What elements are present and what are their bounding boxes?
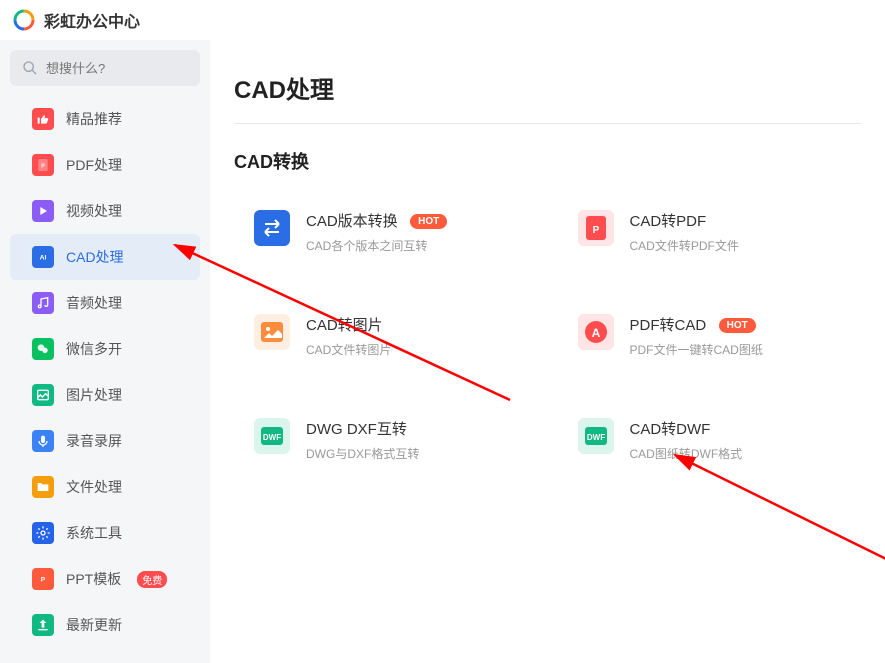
page-title: CAD处理 [234,70,861,105]
sidebar-label: 精品推荐 [66,109,122,129]
sidebar-icon: P [32,154,54,176]
svg-text:A: A [591,326,600,340]
section-title: CAD转换 [234,148,861,174]
feature-text: CAD转图片 CAD文件转图片 [306,314,391,358]
sidebar-item-2[interactable]: 视频处理 [10,188,200,234]
feature-title: CAD转PDF [630,210,707,231]
sidebar-label: 录音录屏 [66,431,122,451]
hot-badge: HOT [410,214,447,229]
sidebar-icon [32,522,54,544]
feature-desc: PDF文件一键转CAD图纸 [630,341,763,358]
sidebar-item-4[interactable]: 音频处理 [10,280,200,326]
feature-icon: DWF [254,418,290,454]
sidebar-icon: P [32,568,54,590]
sidebar-item-9[interactable]: 系统工具 [10,510,200,556]
feature-icon [254,314,290,350]
sidebar-label: 文件处理 [66,477,122,497]
sidebar-icon [32,430,54,452]
hot-badge: HOT [719,318,756,333]
svg-text:P: P [41,164,45,170]
feature-item-1[interactable]: P CAD转PDF CAD文件转PDF文件 [558,210,862,254]
sidebar-icon [32,108,54,130]
feature-icon: DWF [578,418,614,454]
feature-title: PDF转CAD [630,314,707,335]
sidebar-icon [32,614,54,636]
sidebar-item-5[interactable]: 微信多开 [10,326,200,372]
feature-icon [254,210,290,246]
sidebar-label: 系统工具 [66,523,122,543]
app-title: 彩虹办公中心 [44,8,140,32]
sidebar: 精品推荐 P PDF处理 视频处理 AI CAD处理 音频处理 微信多开 图片处… [0,40,210,663]
sidebar-label: CAD处理 [66,247,124,267]
feature-title: CAD转DWF [630,418,711,439]
sidebar-item-11[interactable]: 最新更新 [10,602,200,648]
sidebar-icon [32,292,54,314]
svg-text:AI: AI [40,255,47,262]
sidebar-item-0[interactable]: 精品推荐 [10,96,200,142]
feature-desc: CAD文件转图片 [306,341,391,358]
sidebar-label: PDF处理 [66,155,122,175]
app-logo-icon [12,8,36,32]
feature-text: PDF转CAD HOT PDF文件一键转CAD图纸 [630,314,763,358]
feature-text: DWG DXF互转 DWG与DXF格式互转 [306,418,419,462]
annotation-arrow-icon [660,440,885,630]
sidebar-item-6[interactable]: 图片处理 [10,372,200,418]
sidebar-label: 音频处理 [66,293,122,313]
sidebar-icon [32,200,54,222]
header: 彩虹办公中心 [0,0,885,40]
sidebar-badge: 免费 [137,571,167,588]
svg-text:DWF: DWF [263,433,281,442]
feature-item-5[interactable]: DWF CAD转DWF CAD图纸转DWF格式 [558,418,862,462]
feature-icon: P [578,210,614,246]
sidebar-label: 微信多开 [66,339,122,359]
feature-item-3[interactable]: A PDF转CAD HOT PDF文件一键转CAD图纸 [558,314,862,358]
svg-text:DWF: DWF [586,433,604,442]
sidebar-label: PPT模板 [66,569,121,589]
feature-text: CAD版本转换 HOT CAD各个版本之间互转 [306,210,447,254]
feature-item-2[interactable]: CAD转图片 CAD文件转图片 [234,314,538,358]
main-content: CAD处理 CAD转换 CAD版本转换 HOT CAD各个版本之间互转 P CA… [210,40,885,663]
feature-text: CAD转DWF CAD图纸转DWF格式 [630,418,743,462]
sidebar-icon: AI [32,246,54,268]
sidebar-label: 视频处理 [66,201,122,221]
search-input[interactable] [46,61,222,76]
search-box[interactable] [10,50,200,86]
svg-text:P: P [592,225,599,236]
feature-text: CAD转PDF CAD文件转PDF文件 [630,210,739,254]
sidebar-icon [32,476,54,498]
sidebar-item-1[interactable]: P PDF处理 [10,142,200,188]
divider [234,123,861,124]
feature-title: CAD版本转换 [306,210,398,231]
feature-desc: CAD文件转PDF文件 [630,237,739,254]
sidebar-icon [32,338,54,360]
sidebar-item-10[interactable]: P PPT模板 免费 [10,556,200,602]
feature-title: DWG DXF互转 [306,418,407,439]
sidebar-icon [32,384,54,406]
feature-desc: CAD各个版本之间互转 [306,237,447,254]
sidebar-item-3[interactable]: AI CAD处理 [10,234,200,280]
feature-desc: DWG与DXF格式互转 [306,445,419,462]
sidebar-item-7[interactable]: 录音录屏 [10,418,200,464]
feature-icon: A [578,314,614,350]
feature-desc: CAD图纸转DWF格式 [630,445,743,462]
svg-text:P: P [41,577,46,584]
feature-item-0[interactable]: CAD版本转换 HOT CAD各个版本之间互转 [234,210,538,254]
sidebar-label: 图片处理 [66,385,122,405]
sidebar-item-8[interactable]: 文件处理 [10,464,200,510]
feature-item-4[interactable]: DWF DWG DXF互转 DWG与DXF格式互转 [234,418,538,462]
sidebar-label: 最新更新 [66,615,122,635]
feature-title: CAD转图片 [306,314,383,335]
search-icon [22,60,38,76]
